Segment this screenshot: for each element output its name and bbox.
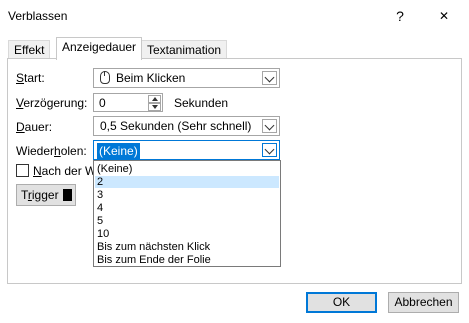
tab-textanimation[interactable]: Textanimation: [141, 40, 228, 59]
start-select[interactable]: Beim Klicken: [93, 68, 280, 88]
close-icon[interactable]: ✕: [426, 4, 462, 28]
arrow-up-icon: [152, 97, 158, 101]
repeat-option[interactable]: 3: [95, 189, 279, 201]
repeat-option[interactable]: 2: [95, 176, 279, 188]
help-button[interactable]: ?: [382, 4, 418, 28]
spin-up-button[interactable]: [148, 95, 161, 103]
repeat-dropdown-list[interactable]: (Keine) 2 3 4 5 10 Bis zum nächsten Klic…: [93, 160, 281, 267]
delay-unit: Sekunden: [174, 96, 229, 110]
ok-button[interactable]: OK: [306, 292, 377, 313]
duration-select[interactable]: 0,5 Sekunden (Sehr schnell): [93, 116, 280, 136]
chevron-down-icon: [264, 144, 275, 155]
spin-down-button[interactable]: [148, 103, 161, 111]
repeat-option[interactable]: (Keine): [95, 163, 279, 175]
delay-value: 0: [99, 96, 106, 110]
repeat-option[interactable]: 4: [95, 202, 279, 214]
trigger-label: Trigger: [21, 188, 59, 202]
trigger-arrow-icon: [63, 189, 72, 201]
start-dropdown-button[interactable]: [262, 71, 277, 85]
delay-label: Verzögerung:: [16, 96, 88, 110]
after-previous-checkbox[interactable]: [16, 164, 29, 177]
repeat-dropdown-button[interactable]: [262, 143, 277, 157]
dialog-title: Verblassen: [8, 9, 68, 23]
chevron-down-icon: [264, 72, 275, 83]
repeat-value: (Keine): [97, 143, 140, 159]
duration-dropdown-button[interactable]: [262, 119, 277, 133]
start-label: Start:: [16, 71, 45, 85]
repeat-label: Wiederholen:: [16, 144, 87, 158]
repeat-option[interactable]: Bis zum Ende der Folie: [95, 254, 279, 266]
chevron-down-icon: [264, 120, 275, 131]
tab-effekt[interactable]: Effekt: [8, 40, 51, 59]
cancel-button[interactable]: Abbrechen: [388, 292, 459, 313]
delay-spinbox[interactable]: 0: [93, 93, 163, 112]
mouse-icon: [100, 71, 110, 84]
start-value: Beim Klicken: [116, 71, 186, 85]
tab-anzeigedauer[interactable]: Anzeigedauer: [56, 37, 143, 60]
duration-label: Dauer:: [16, 120, 53, 134]
arrow-down-icon: [152, 105, 158, 109]
repeat-select[interactable]: (Keine): [93, 140, 280, 160]
trigger-button[interactable]: Trigger: [16, 184, 76, 206]
repeat-option[interactable]: Bis zum nächsten Klick: [95, 241, 279, 253]
duration-value: 0,5 Sekunden (Sehr schnell): [100, 119, 252, 133]
after-previous-label: Nach der Wi: [33, 164, 100, 178]
repeat-option[interactable]: 10: [95, 228, 279, 240]
repeat-option[interactable]: 5: [95, 215, 279, 227]
